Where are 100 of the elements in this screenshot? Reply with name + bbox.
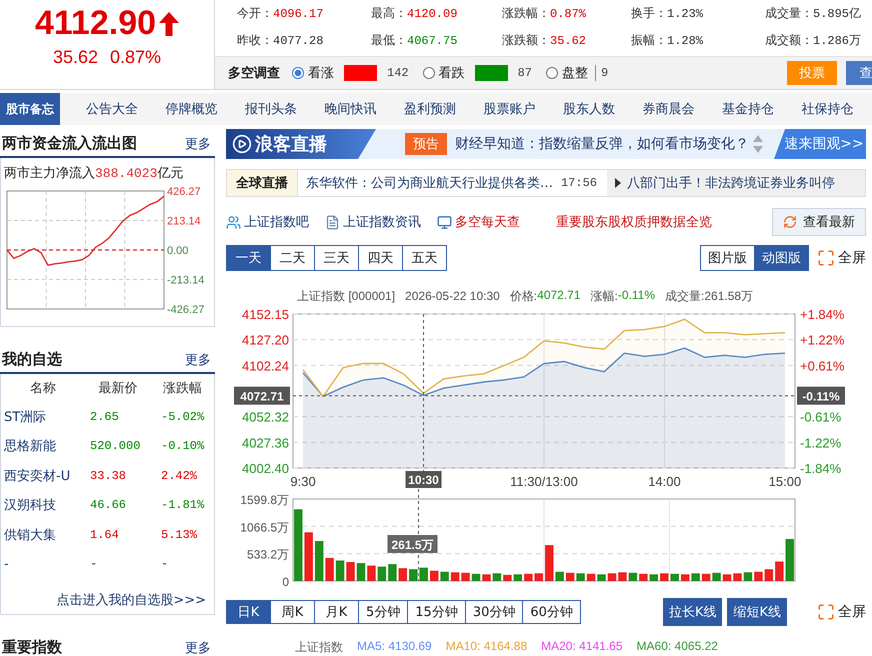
logo-text: 浪客直播 — [255, 133, 327, 156]
range-tab[interactable]: 四天 — [358, 245, 403, 271]
nav-link[interactable]: 股票账户 — [470, 100, 549, 118]
document-icon — [325, 214, 340, 230]
play-icon — [232, 134, 252, 154]
volume-bar — [367, 566, 376, 581]
live-banner[interactable]: 浪客直播 预告 财经早知道：指数缩量反弹，如何看市场变化？ 速来围观>> — [226, 129, 866, 159]
stretch-button[interactable]: 拉长K线 — [662, 598, 722, 626]
nav-link[interactable]: 公告大全 — [72, 100, 152, 118]
volume-bar — [420, 568, 428, 581]
nav-link[interactable]: 报刊头条 — [231, 100, 310, 118]
ticker-label: 全球直播 — [227, 170, 298, 196]
news-headline[interactable]: 东华软件：公司为商业航天行业提供各类… — [298, 170, 561, 196]
axis-label: 11:30/13:00 — [510, 474, 578, 489]
axis-label: +0.61% — [800, 358, 844, 374]
survey-title: 多空调查 — [228, 64, 280, 82]
nav-link[interactable]: 社保持仓 — [788, 100, 867, 118]
radio-button[interactable] — [422, 67, 435, 79]
period-tab[interactable]: 60分钟 — [522, 600, 581, 624]
stat-label: 成交量： — [765, 7, 813, 21]
table-cell-text: -0.10% — [160, 438, 206, 456]
view-tab[interactable]: 图片版 — [700, 245, 755, 271]
table-cell-text: 2.42% — [160, 468, 198, 485]
table-cell-text: - — [160, 556, 170, 574]
people-icon — [226, 214, 241, 230]
axis-label: 1066.5万 — [240, 520, 289, 534]
chart-time: 2026-05-22 10:30 — [405, 289, 500, 303]
axis-label: 426.27 — [167, 186, 201, 198]
volume-bar — [388, 564, 397, 581]
field-label: 涨幅: — [590, 288, 618, 304]
nav-link[interactable]: 券商晨会 — [628, 100, 708, 118]
axis-label: 1599.8万 — [240, 493, 289, 507]
stat-value: 1.28% — [667, 34, 704, 48]
range-tab[interactable]: 三天 — [314, 245, 359, 271]
axis-label: +1.84% — [800, 307, 844, 322]
range-tab[interactable]: 五天 — [402, 245, 447, 271]
fullscreen-link[interactable]: 全屏 — [817, 249, 866, 267]
stat-label: 昨收： — [237, 34, 273, 48]
range-tab[interactable]: 二天 — [270, 245, 315, 271]
more-link[interactable]: 更多 — [185, 639, 211, 656]
stat-value: 5.895亿 — [813, 7, 862, 21]
stock-name[interactable]: - — [1, 550, 85, 579]
stat-label: 成交额： — [765, 34, 813, 48]
stock-name[interactable]: ST洲际 — [1, 402, 85, 432]
stock-name[interactable]: 汉朔科技 — [1, 490, 85, 520]
nav-link[interactable]: 股东人数 — [549, 100, 628, 118]
axis-label: 533.2万 — [246, 548, 289, 562]
stock-name[interactable]: 思格新能 — [1, 432, 85, 461]
stock-name[interactable]: 西安奕材-U — [1, 461, 85, 490]
volume-bar — [409, 569, 418, 581]
refresh-icon — [783, 215, 797, 229]
fullscreen-link[interactable]: 全屏 — [817, 603, 866, 621]
refresh-button[interactable]: 查看最新 — [772, 208, 866, 236]
quick-link[interactable]: 多空每天查 — [437, 213, 520, 231]
period-tab[interactable]: 月K — [314, 600, 359, 624]
field-label: 成交量: — [665, 288, 704, 304]
shrink-button[interactable]: 缩短K线 — [727, 598, 787, 626]
nav-link[interactable]: 基金持仓 — [708, 100, 788, 118]
quick-link[interactable]: 重要股东股权质押数据全览 — [556, 213, 712, 231]
stat-value: 4077.28 — [273, 34, 324, 48]
side-headline[interactable]: 八部门出手！非法跨境证券业务叫停 — [607, 170, 865, 196]
flow-value: 388.4023 — [95, 166, 158, 181]
period-tab[interactable]: 日K — [226, 600, 271, 624]
watch-now-link[interactable]: 速来围观>> — [774, 129, 866, 159]
volume-bar — [764, 569, 774, 581]
ma-index-name: 上证指数 — [295, 639, 343, 656]
banner-headline[interactable]: 财经早知道：指数缩量反弹，如何看市场变化？ — [455, 135, 749, 153]
vote-count: 9 — [601, 66, 608, 80]
column-header: 最新价 — [98, 380, 138, 398]
table-cell-text: 5.13% — [160, 526, 198, 544]
nav-link[interactable]: 盈利预测 — [390, 100, 470, 118]
nav-link[interactable]: 晚间快讯 — [310, 100, 390, 118]
radio-button[interactable] — [546, 67, 558, 79]
quick-link[interactable]: 上证指数资讯 — [325, 213, 421, 231]
quick-link[interactable]: 上证指数吧 — [226, 213, 309, 231]
vote-count: 87 — [518, 66, 532, 80]
query-button[interactable]: 查 — [846, 61, 872, 85]
more-link[interactable]: 更多 — [185, 135, 211, 153]
stat-value: 4067.75 — [407, 34, 458, 48]
side-headline-text: 八部门出手！非法跨境证券业务叫停 — [627, 175, 835, 192]
radio-button[interactable] — [292, 67, 304, 79]
watchlist-link[interactable]: 点击进入我的自选股>>> — [1, 591, 206, 609]
stock-name[interactable]: 供销大集 — [1, 520, 85, 550]
index-name: 上证指数 [000001] — [297, 288, 396, 304]
table-cell-text: -1.81% — [160, 497, 206, 514]
period-tab[interactable]: 15分钟 — [407, 600, 466, 624]
range-tab[interactable]: 一天 — [226, 245, 271, 271]
column-header: 名称 — [29, 380, 57, 398]
period-tab[interactable]: 周K — [270, 600, 315, 624]
nav-link[interactable]: 停牌概览 — [152, 100, 231, 118]
period-tab[interactable]: 5分钟 — [358, 600, 408, 624]
more-link[interactable]: 更多 — [185, 351, 211, 369]
period-tab[interactable]: 30分钟 — [464, 600, 524, 624]
axis-label: 213.14 — [167, 216, 201, 228]
table-cell-text: - — [89, 556, 98, 574]
view-tab[interactable]: 动图版 — [754, 245, 809, 271]
axis-label: 4002.40 — [242, 461, 289, 476]
fullscreen-icon — [817, 603, 835, 621]
field-value: 4072.71 — [537, 288, 581, 304]
axis-label: +1.22% — [800, 332, 844, 348]
